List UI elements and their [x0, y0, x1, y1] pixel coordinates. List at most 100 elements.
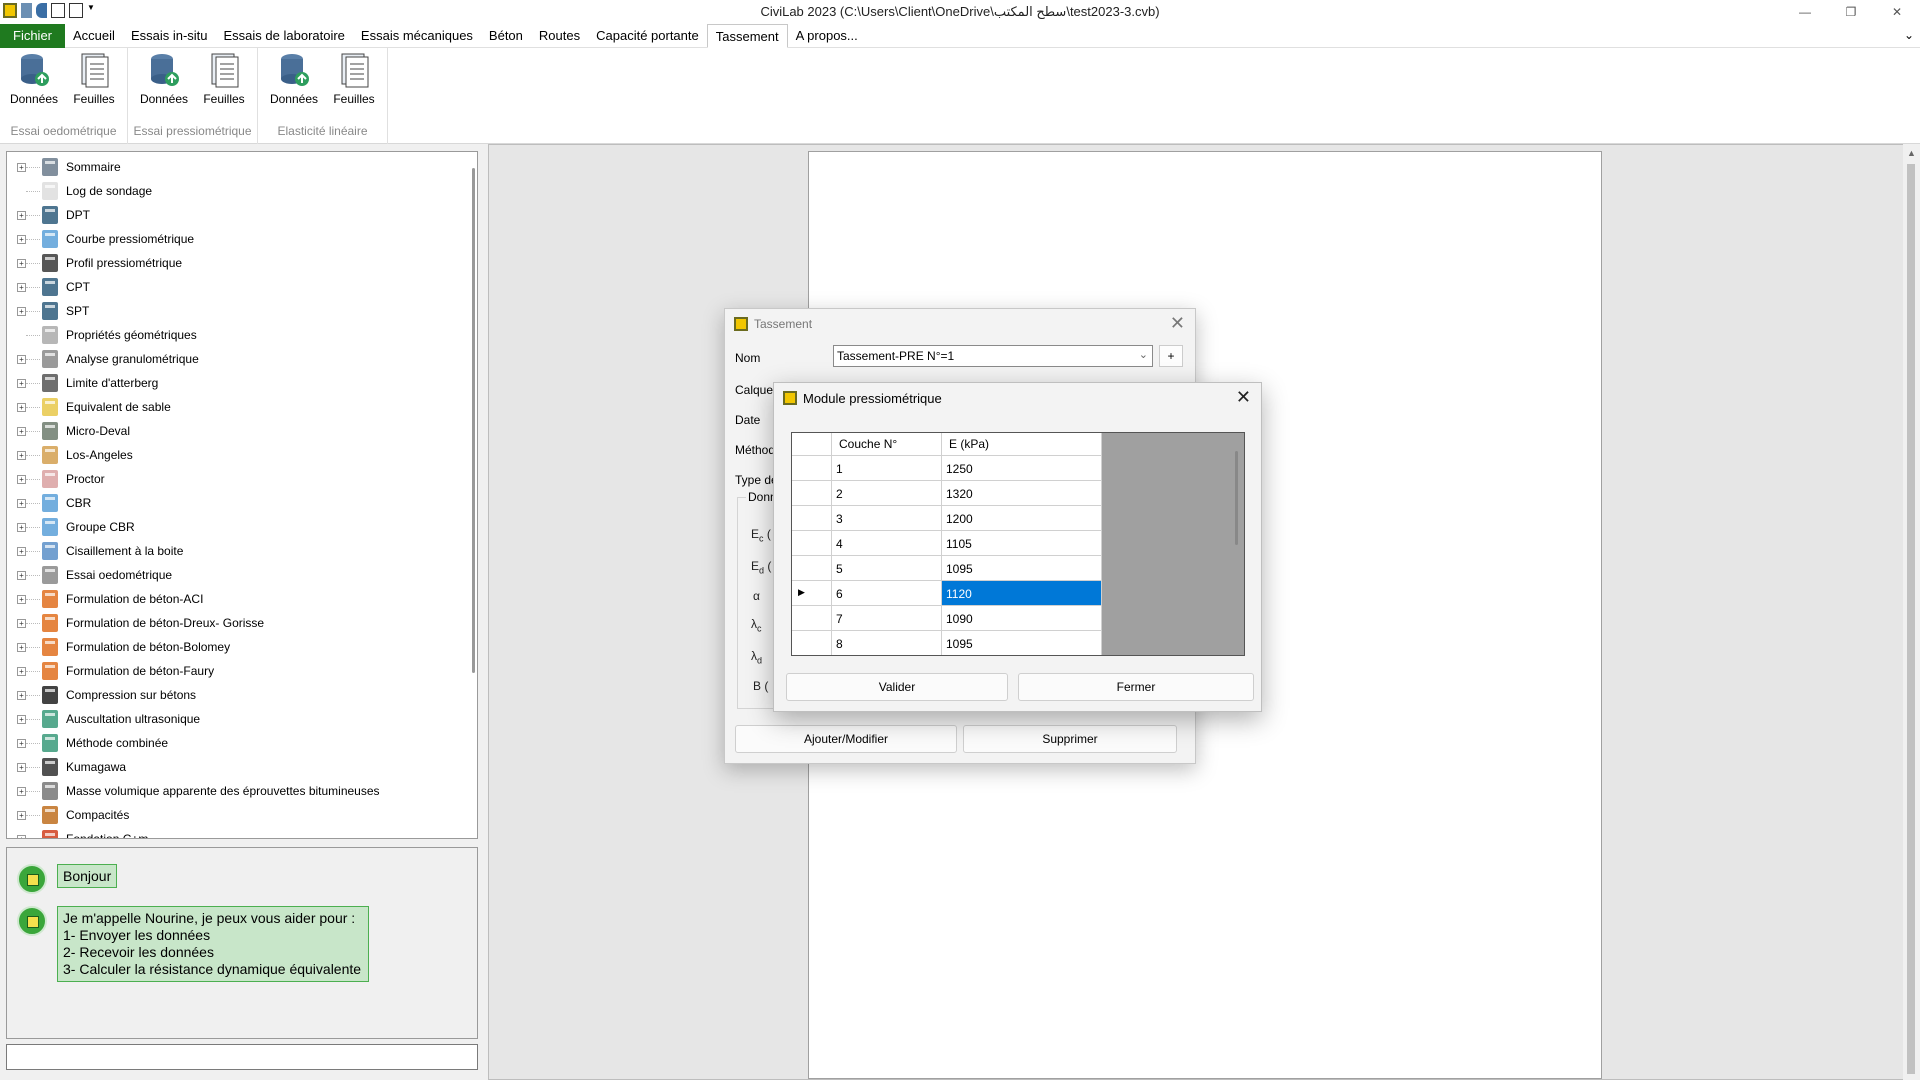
- expand-icon[interactable]: +: [17, 282, 26, 292]
- expand-icon[interactable]: +: [17, 618, 26, 628]
- oedo-feuilles-button[interactable]: Feuilles: [66, 52, 122, 106]
- expand-icon[interactable]: +: [17, 426, 26, 436]
- table-row[interactable]: 5 1095: [792, 556, 1102, 581]
- document-scrollbar[interactable]: ▲: [1903, 144, 1920, 1080]
- tree-item[interactable]: + Sommaire: [7, 155, 457, 179]
- tree-view[interactable]: + Sommaire Log de sondage + DPT + Courbe press…: [7, 152, 462, 838]
- expand-icon[interactable]: +: [17, 834, 26, 838]
- add-button[interactable]: +: [1159, 345, 1183, 367]
- tree-item[interactable]: + Proctor: [7, 467, 457, 491]
- tree-item[interactable]: + Formulation de béton-Bolomey: [7, 635, 457, 659]
- valider-button[interactable]: Valider: [786, 673, 1008, 701]
- cell-e[interactable]: 1095: [942, 631, 1102, 655]
- tree-item[interactable]: + Formulation de béton-Dreux- Gorisse: [7, 611, 457, 635]
- cell-couche[interactable]: 1: [832, 456, 942, 481]
- cell-e[interactable]: 1250: [942, 456, 1102, 481]
- close-window-button[interactable]: ✕: [1874, 0, 1920, 24]
- scroll-up-icon[interactable]: ▲: [1907, 148, 1916, 158]
- close-dialog-button[interactable]: ✕: [1170, 313, 1185, 334]
- menu-routes[interactable]: Routes: [531, 24, 588, 48]
- tree-item[interactable]: Propriétés géométriques: [7, 323, 457, 347]
- expand-icon[interactable]: +: [17, 378, 26, 388]
- row-header[interactable]: [792, 506, 832, 531]
- tree-item[interactable]: + DPT: [7, 203, 457, 227]
- expand-icon[interactable]: +: [17, 450, 26, 460]
- tree-item[interactable]: + Los-Angeles: [7, 443, 457, 467]
- table-row[interactable]: 2 1320: [792, 481, 1102, 506]
- cell-e[interactable]: 1200: [942, 506, 1102, 531]
- expand-icon[interactable]: +: [17, 738, 26, 748]
- tree-item[interactable]: + CBR: [7, 491, 457, 515]
- menu-fichier[interactable]: Fichier: [0, 24, 66, 48]
- pressio-feuilles-button[interactable]: Feuilles: [196, 52, 252, 106]
- expand-icon[interactable]: +: [17, 234, 26, 244]
- tree-item[interactable]: + SPT: [7, 299, 457, 323]
- expand-icon[interactable]: +: [17, 594, 26, 604]
- nom-combobox[interactable]: Tassement-PRE N°=1 ⌄: [833, 345, 1153, 367]
- menu-accueil[interactable]: Accueil: [65, 24, 123, 48]
- expand-icon[interactable]: +: [17, 666, 26, 676]
- cell-couche[interactable]: 6: [832, 581, 942, 606]
- cell-e[interactable]: 1090: [942, 606, 1102, 631]
- table-row[interactable]: 7 1090: [792, 606, 1102, 631]
- cell-couche[interactable]: 8: [832, 631, 942, 655]
- chevron-down-icon[interactable]: ⌄: [1139, 348, 1148, 361]
- tree-item[interactable]: + Micro-Deval: [7, 419, 457, 443]
- tree-item[interactable]: + Auscultation ultrasonique: [7, 707, 457, 731]
- menu-a-propos[interactable]: A propos...: [788, 24, 866, 48]
- expand-icon[interactable]: +: [17, 786, 26, 796]
- table-row[interactable]: 4 1105: [792, 531, 1102, 556]
- tree-item[interactable]: + Masse volumique apparente des éprouvett…: [7, 779, 457, 803]
- cell-e[interactable]: 1320: [942, 481, 1102, 506]
- tree-item[interactable]: + Méthode combinée: [7, 731, 457, 755]
- assistant-input[interactable]: [6, 1044, 478, 1070]
- expand-icon[interactable]: +: [17, 810, 26, 820]
- table-row[interactable]: 1 1250: [792, 456, 1102, 481]
- expand-icon[interactable]: +: [17, 402, 26, 412]
- menu-capacite-portante[interactable]: Capacité portante: [588, 24, 707, 48]
- tree-item[interactable]: + Groupe CBR: [7, 515, 457, 539]
- fermer-button[interactable]: Fermer: [1018, 673, 1254, 701]
- expand-icon[interactable]: +: [17, 162, 26, 172]
- scroll-thumb[interactable]: [1907, 164, 1915, 1074]
- cell-couche[interactable]: 2: [832, 481, 942, 506]
- table-row[interactable]: 3 1200: [792, 506, 1102, 531]
- tree-item[interactable]: + Cisaillement à la boite: [7, 539, 457, 563]
- tree-item[interactable]: + Limite d'atterberg: [7, 371, 457, 395]
- close-dialog-button[interactable]: ✕: [1236, 387, 1251, 408]
- tree-item[interactable]: + Equivalent de sable: [7, 395, 457, 419]
- tree-item[interactable]: + Profil pressiométrique: [7, 251, 457, 275]
- expand-icon[interactable]: +: [17, 714, 26, 724]
- expand-icon[interactable]: +: [17, 306, 26, 316]
- menu-beton[interactable]: Béton: [481, 24, 531, 48]
- module-grid[interactable]: Couche N° E (kPa) 1 1250 2 1320 3 1200 4 1105 5 1…: [791, 432, 1245, 656]
- cell-couche[interactable]: 4: [832, 531, 942, 556]
- tree-scrollbar[interactable]: [472, 168, 475, 673]
- menu-essais-laboratoire[interactable]: Essais de laboratoire: [216, 24, 353, 48]
- row-header[interactable]: [792, 481, 832, 506]
- row-header[interactable]: [792, 531, 832, 556]
- cell-e[interactable]: 1120: [942, 581, 1102, 606]
- cell-e[interactable]: 1105: [942, 531, 1102, 556]
- column-header-couche[interactable]: Couche N°: [832, 433, 942, 456]
- expand-icon[interactable]: +: [17, 690, 26, 700]
- tree-item[interactable]: + Kumagawa: [7, 755, 457, 779]
- expand-icon[interactable]: +: [17, 210, 26, 220]
- minimize-button[interactable]: —: [1782, 0, 1828, 24]
- cell-couche[interactable]: 7: [832, 606, 942, 631]
- tree-item[interactable]: + CPT: [7, 275, 457, 299]
- menu-essais-mecaniques[interactable]: Essais mécaniques: [353, 24, 481, 48]
- expand-icon[interactable]: +: [17, 498, 26, 508]
- expand-icon[interactable]: +: [17, 570, 26, 580]
- expand-icon[interactable]: +: [17, 258, 26, 268]
- cell-couche[interactable]: 5: [832, 556, 942, 581]
- tree-item[interactable]: + Formulation de béton-ACI: [7, 587, 457, 611]
- expand-icon[interactable]: +: [17, 522, 26, 532]
- row-header[interactable]: ▶: [792, 581, 832, 606]
- supprimer-button[interactable]: Supprimer: [963, 725, 1177, 753]
- oedo-donnees-button[interactable]: Données: [6, 52, 62, 106]
- elast-donnees-button[interactable]: Données: [266, 52, 322, 106]
- column-header-e[interactable]: E (kPa): [942, 433, 1102, 456]
- restore-button[interactable]: ❐: [1828, 0, 1874, 24]
- tree-item[interactable]: + Formulation de béton-Faury: [7, 659, 457, 683]
